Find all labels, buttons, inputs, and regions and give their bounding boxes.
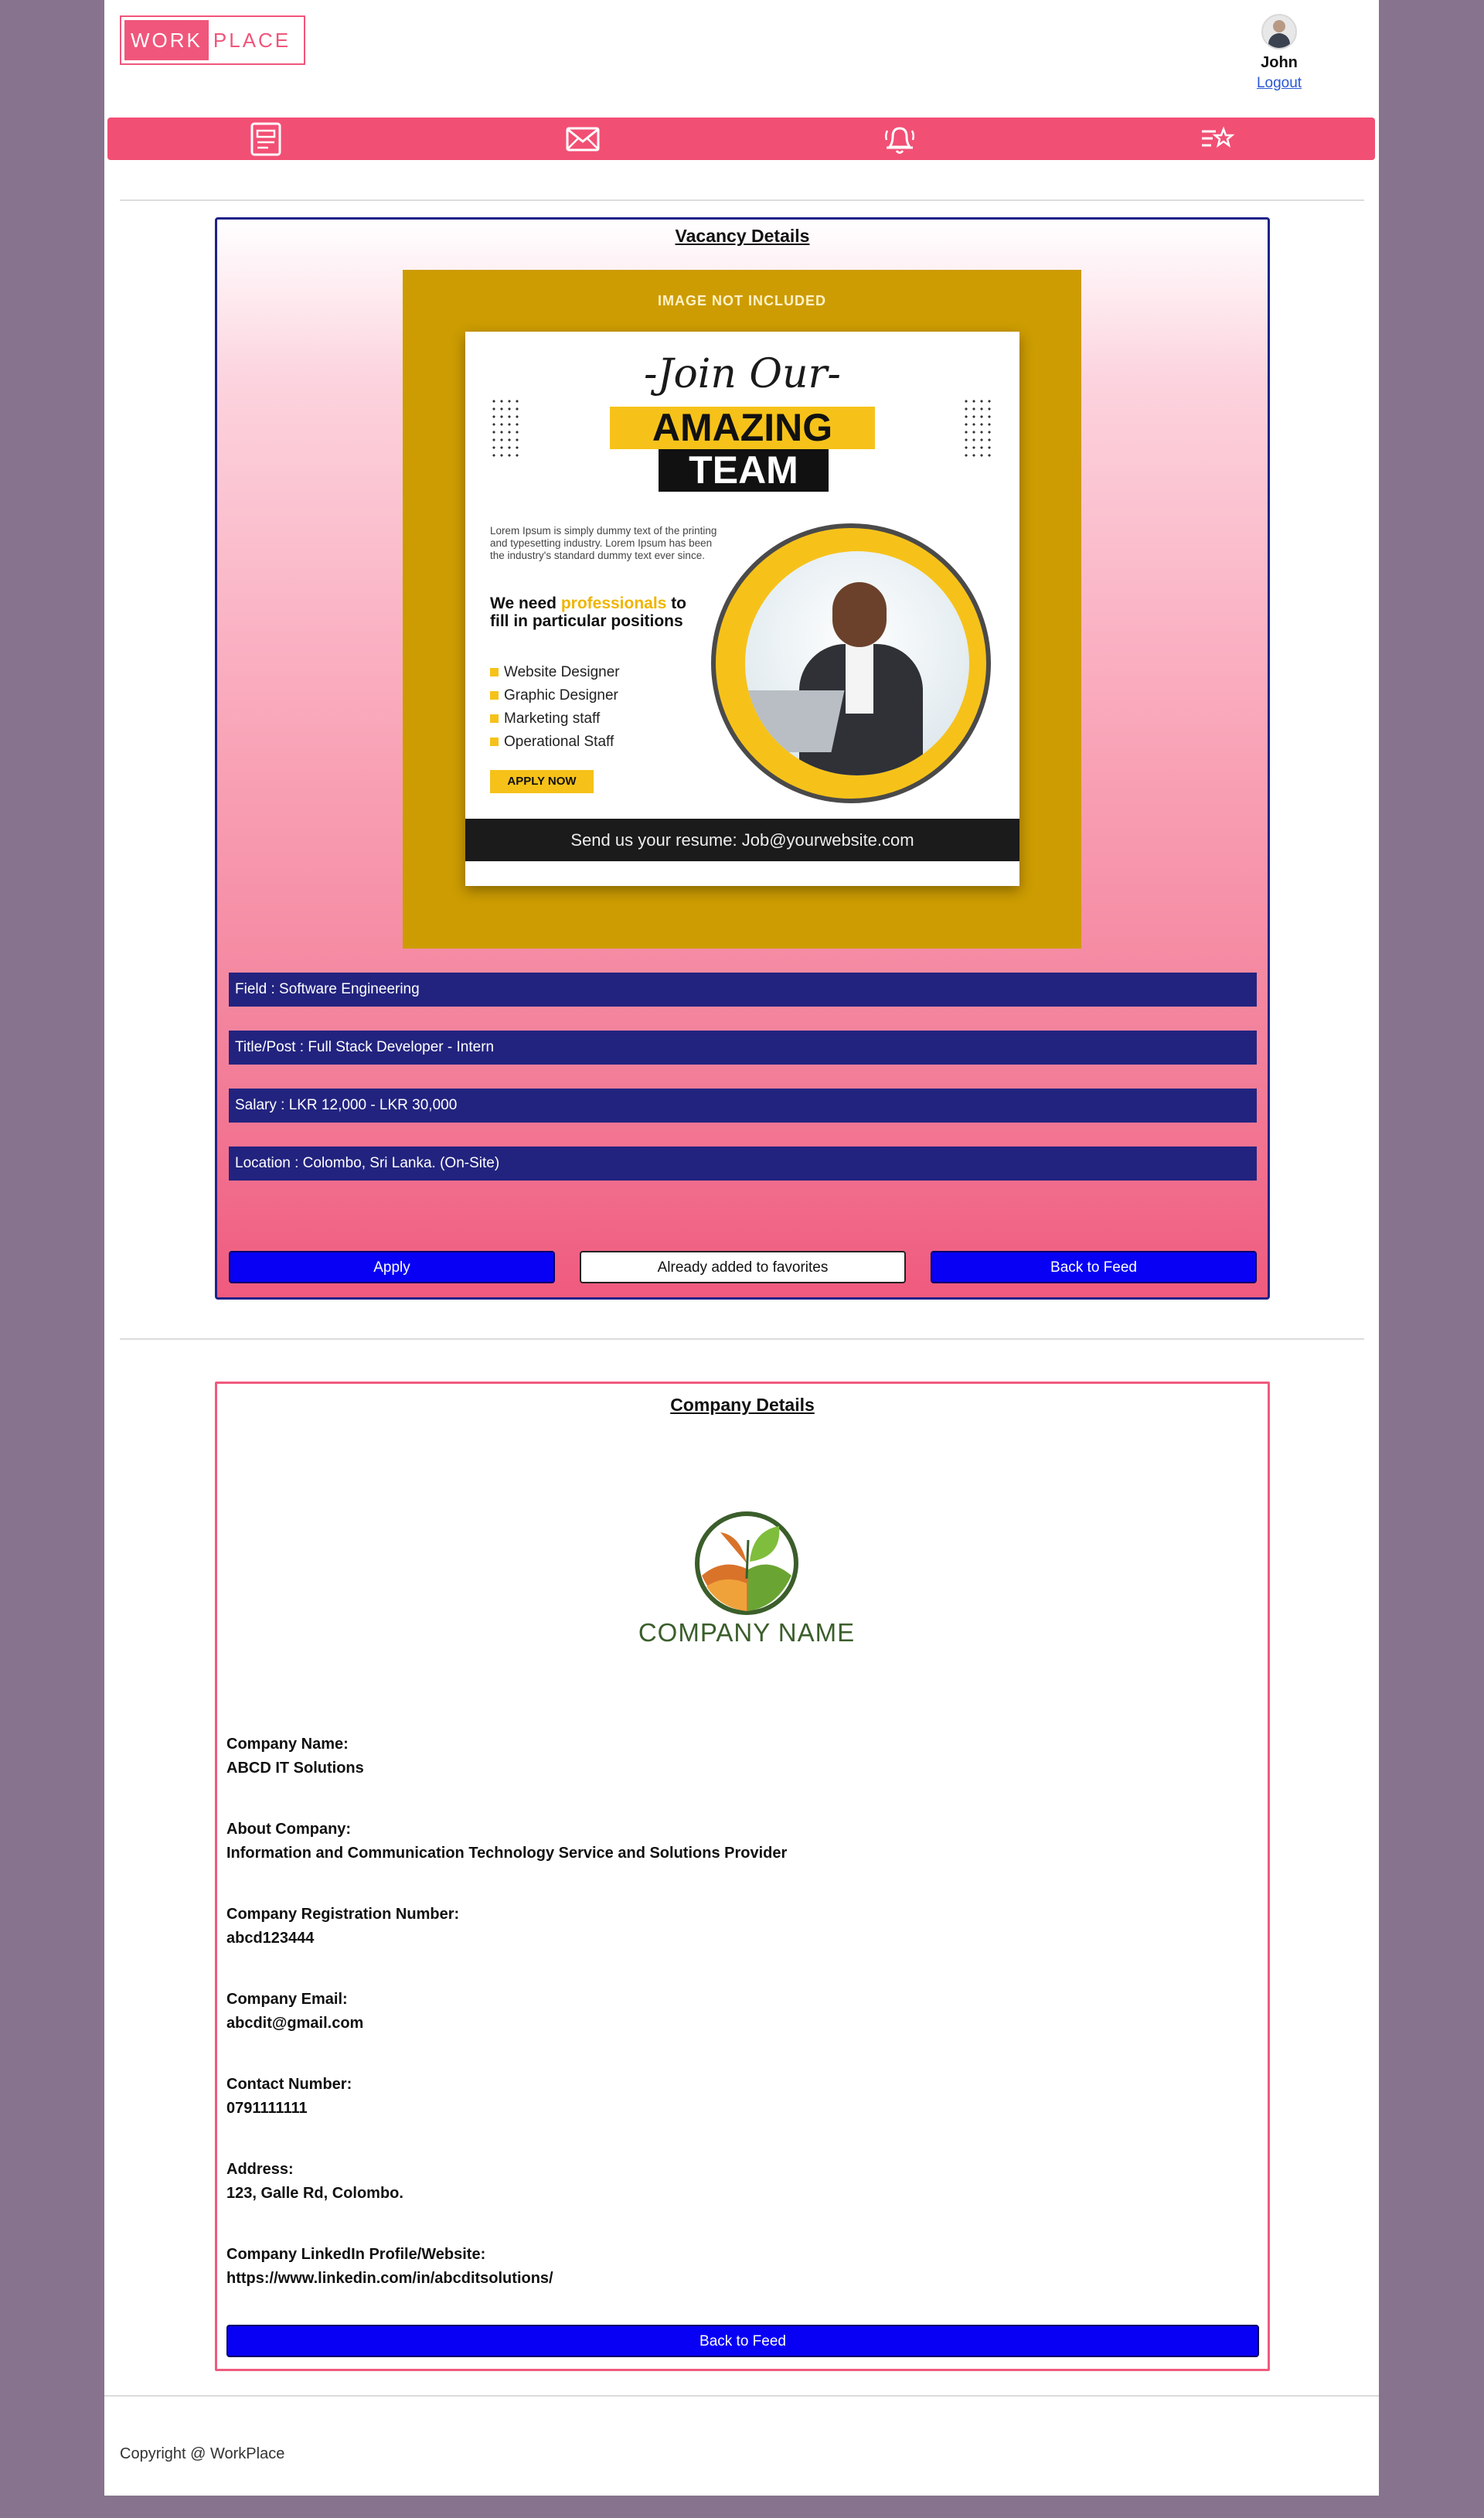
vacancy-title-post: Title/Post : Full Stack Developer - Inte… bbox=[229, 1031, 1257, 1065]
about-company-field: About Company: Information and Communica… bbox=[226, 1821, 787, 1862]
image-not-included-label: IMAGE NOT INCLUDED bbox=[658, 293, 826, 308]
logout-link[interactable]: Logout bbox=[1225, 75, 1333, 92]
contact-number-field: Contact Number: 0791111111 bbox=[226, 2076, 352, 2118]
company-logo: COMPANY NAME bbox=[635, 1509, 859, 1656]
company-card: Company Details COMPANY NAME Company Nam… bbox=[215, 1382, 1270, 2371]
feed-icon bbox=[250, 122, 281, 155]
back-to-feed-button[interactable]: Back to Feed bbox=[931, 1251, 1257, 1283]
decor-dots-left bbox=[490, 397, 522, 458]
mail-icon bbox=[566, 127, 600, 151]
job-flyer: -Join Our- AMAZING TEAM Lorem Ipsum is s… bbox=[465, 332, 1019, 886]
field-value: https://www.linkedin.com/in/abcditsoluti… bbox=[226, 2270, 553, 2287]
flyer-amazing-text: AMAZING bbox=[610, 407, 875, 449]
flyer-join-text: -Join Our- bbox=[644, 351, 841, 397]
flyer-resume-bar: Send us your resume: Job@yourwebsite.com bbox=[465, 819, 1019, 861]
divider bbox=[120, 199, 1364, 201]
flyer-roles-list: Website Designer Graphic Designer Market… bbox=[490, 664, 620, 757]
address-field: Address: 123, Galle Rd, Colombo. bbox=[226, 2161, 403, 2203]
nav-favorites[interactable] bbox=[1058, 118, 1375, 160]
field-value: 0791111111 bbox=[226, 2100, 308, 2117]
list-item: Website Designer bbox=[490, 664, 620, 681]
candidate-photo bbox=[745, 551, 969, 775]
registration-number-field: Company Registration Number: abcd123444 bbox=[226, 1906, 459, 1947]
field-value: 123, Galle Rd, Colombo. bbox=[226, 2185, 403, 2202]
divider bbox=[104, 2395, 1379, 2397]
company-back-to-feed-button[interactable]: Back to Feed bbox=[226, 2325, 1259, 2357]
field-label: Address: bbox=[226, 2161, 294, 2178]
field-label: About Company: bbox=[226, 1821, 352, 1838]
list-item: Operational Staff bbox=[490, 734, 620, 751]
apply-button[interactable]: Apply bbox=[229, 1251, 555, 1283]
linkedin-website-field: Company LinkedIn Profile/Website: https:… bbox=[226, 2246, 553, 2288]
decor-dots-right bbox=[962, 397, 995, 458]
avatar[interactable] bbox=[1261, 14, 1297, 49]
copyright-text: Copyright @ WorkPlace bbox=[120, 2445, 285, 2462]
nav-feed[interactable] bbox=[107, 118, 424, 160]
notification-bell-icon bbox=[884, 126, 915, 154]
vacancy-location: Location : Colombo, Sri Lanka. (On-Site) bbox=[229, 1147, 1257, 1181]
favorites-button[interactable]: Already added to favorites bbox=[580, 1251, 906, 1283]
divider bbox=[120, 1338, 1364, 1340]
field-label: Company Registration Number: bbox=[226, 1906, 460, 1923]
vacancy-salary: Salary : LKR 12,000 - LKR 30,000 bbox=[229, 1089, 1257, 1123]
field-label: Company Email: bbox=[226, 1991, 348, 2008]
nav-notifications[interactable] bbox=[741, 118, 1058, 160]
field-value: abcd123444 bbox=[226, 1930, 315, 1947]
company-logo-text: COMPANY NAME bbox=[638, 1618, 856, 1647]
favorites-list-icon bbox=[1202, 125, 1234, 148]
company-name-field: Company Name: ABCD IT Solutions bbox=[226, 1736, 364, 1777]
list-item: Graphic Designer bbox=[490, 687, 620, 704]
field-value: abcdit@gmail.com bbox=[226, 2015, 364, 2032]
logo-text-work: WORK bbox=[124, 20, 209, 60]
vacancy-field: Field : Software Engineering bbox=[229, 973, 1257, 1007]
flyer-photo-ring bbox=[711, 523, 991, 803]
company-email-field: Company Email: abcdit@gmail.com bbox=[226, 1991, 363, 2032]
flyer-apply-now-badge: APPLY NOW bbox=[490, 770, 594, 793]
leaf-logo-icon bbox=[695, 1511, 798, 1615]
flyer-team-text: TEAM bbox=[659, 449, 829, 492]
company-section-title: Company Details bbox=[670, 1395, 815, 1415]
flyer-need-text: We need professionals to fill in particu… bbox=[490, 595, 687, 630]
workplace-logo[interactable]: WORK PLACE bbox=[120, 15, 305, 65]
main-navbar bbox=[107, 118, 1375, 160]
list-item: Marketing staff bbox=[490, 710, 620, 727]
field-label: Company LinkedIn Profile/Website: bbox=[226, 2246, 486, 2263]
vacancy-poster-image: IMAGE NOT INCLUDED -Join Our- AMAZING TE… bbox=[403, 270, 1081, 949]
field-value: Information and Communication Technology… bbox=[226, 1845, 788, 1862]
user-name: John bbox=[1261, 54, 1298, 71]
vacancy-section-title: Vacancy Details bbox=[675, 226, 810, 246]
flyer-lorem-text: Lorem Ipsum is simply dummy text of the … bbox=[490, 525, 717, 561]
user-panel: John Logout bbox=[1225, 14, 1333, 92]
nav-messages[interactable] bbox=[424, 118, 741, 160]
vacancy-card: Vacancy Details IMAGE NOT INCLUDED -Join… bbox=[215, 217, 1270, 1300]
logo-text-place: PLACE bbox=[213, 28, 291, 52]
field-label: Contact Number: bbox=[226, 2076, 352, 2093]
field-value: ABCD IT Solutions bbox=[226, 1760, 364, 1777]
page-container: WORK PLACE John Logout Vacancy Details I… bbox=[104, 0, 1379, 2496]
field-label: Company Name: bbox=[226, 1736, 349, 1753]
